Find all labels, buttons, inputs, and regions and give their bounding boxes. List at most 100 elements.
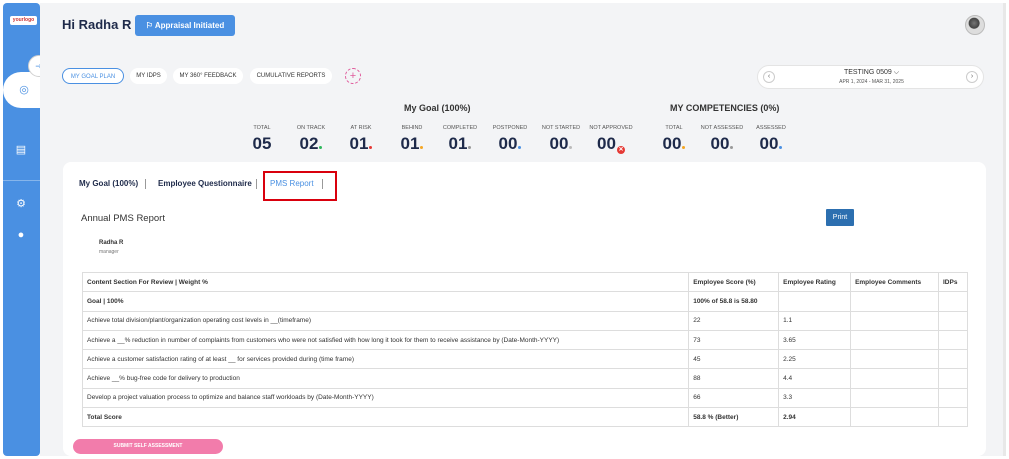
stat-assessed: ASSESSED 00 (754, 125, 788, 154)
tab-my-360-feedback[interactable]: MY 360° FEEDBACK (173, 68, 243, 84)
table-cell (937, 310, 969, 331)
status-dot (682, 146, 686, 149)
column-header: Employee Comments (850, 271, 939, 293)
table-cell: 4.4 (778, 368, 852, 389)
page-scrollbar[interactable] (1003, 3, 1006, 456)
avatar[interactable] (965, 15, 985, 35)
stat-value: 05 (250, 134, 274, 154)
table-row: Achieve __% bug-free code for delivery t… (81, 368, 969, 389)
stat-value: 01 (398, 134, 426, 154)
status-dot (569, 146, 573, 149)
print-button[interactable]: Print (826, 209, 854, 226)
table-cell: Goal | 100% (81, 291, 690, 312)
stat-completed: COMPLETED 01 (442, 125, 478, 154)
next-cycle-icon[interactable]: › (966, 71, 978, 83)
stat-number: 02 (299, 134, 319, 153)
add-tab-button[interactable]: + (345, 68, 361, 84)
table-cell (937, 329, 969, 351)
report-icon[interactable]: ▤ (14, 143, 28, 157)
column-header: Content Section For Review | Weight % (81, 271, 690, 293)
competency-summary-title: MY COMPETENCIES (0%) (670, 103, 780, 113)
status-dot (779, 146, 783, 149)
table-cell: 100% of 58.8 is 58.80 (688, 291, 780, 312)
stat-total: TOTAL 05 (250, 125, 274, 154)
subtab-separator (145, 179, 146, 189)
cycle-dates: APR 1, 2024 - MAR 31, 2025 (839, 79, 904, 85)
settings-gear-icon[interactable]: ⚙ (14, 197, 28, 211)
status-dot (468, 146, 472, 149)
table-row: Total Score 58.8 % (Better) 2.94 (81, 407, 969, 428)
table-cell (778, 291, 852, 312)
table-cell (850, 387, 939, 409)
stat-number: 00 (597, 134, 616, 153)
tab-cumulative-reports[interactable]: CUMULATIVE REPORTS (250, 68, 332, 84)
stat-value: 00 (662, 134, 686, 154)
table-row: Achieve a __% reduction in number of com… (81, 329, 969, 351)
tab-my-goal-plan[interactable]: MY GOAL PLAN (62, 68, 124, 84)
employee-role: manager (99, 249, 119, 255)
stat-label: TOTAL (665, 125, 683, 131)
table-cell (850, 407, 939, 428)
status-dot (420, 146, 424, 149)
table-row: Achieve total division/plant/organizatio… (81, 310, 969, 331)
main-area: Hi Radha R ⚐ Appraisal Initiated MY GOAL… (40, 3, 1006, 456)
pms-report-table: Content Section For Review | Weight % Em… (81, 271, 969, 428)
page-greeting: Hi Radha R (62, 17, 132, 32)
stat-label: AT RISK (350, 125, 372, 131)
status-dot (730, 146, 734, 149)
stat-label: TOTAL (253, 125, 271, 131)
appraisal-status-label: Appraisal Initiated (154, 21, 225, 30)
report-title: Annual PMS Report (81, 213, 165, 224)
user-icon[interactable]: ● (14, 228, 28, 242)
table-cell (937, 349, 969, 370)
table-cell: Achieve total division/plant/organizatio… (81, 310, 690, 331)
stat-label: POSTPONED (492, 125, 528, 131)
table-cell: Achieve a customer satisfaction rating o… (81, 349, 690, 370)
column-header: IDPs (937, 271, 969, 293)
subtab-employee-questionnaire[interactable]: Employee Questionnaire (158, 179, 252, 188)
stat-label: ASSESSED (756, 125, 786, 131)
table-cell (850, 329, 939, 351)
table-cell: Achieve __% bug-free code for delivery t… (81, 368, 690, 389)
stat-value: 00 (754, 134, 788, 154)
table-cell (937, 291, 969, 312)
stat-postponed: POSTPONED 00 (492, 125, 528, 154)
stat-behind: BEHIND 01 (398, 125, 426, 154)
stat-label: ON TRACK (296, 125, 326, 131)
tab-my-idps[interactable]: MY IDPS (130, 68, 167, 84)
table-cell: 2.25 (778, 349, 852, 370)
table-cell: Total Score (81, 407, 690, 428)
table-cell: 3.3 (778, 387, 852, 409)
stat-number: 01 (349, 134, 369, 153)
appraisal-status-button[interactable]: ⚐ Appraisal Initiated (135, 15, 235, 36)
goal-target-icon[interactable]: ◎ (17, 83, 31, 97)
table-cell (850, 310, 939, 331)
stat-value: 00 (699, 134, 745, 154)
table-header-row: Content Section For Review | Weight % Em… (81, 271, 969, 293)
stat-value: 00 (540, 134, 582, 154)
stat-value: 01 (442, 134, 478, 154)
stat-number: 00 (759, 134, 779, 153)
stat-number: 01 (448, 134, 468, 153)
flag-icon: ⚐ (145, 21, 155, 30)
stat-number: 00 (498, 134, 518, 153)
cycle-name[interactable]: TESTING 0509 ⌵ (758, 69, 985, 77)
table-cell (850, 349, 939, 370)
table-cell: 73 (688, 329, 780, 351)
submit-self-assessment-button[interactable]: SUBMIT SELF ASSESSMENT (73, 439, 223, 454)
cycle-selector[interactable]: ‹ TESTING 0509 ⌵ APR 1, 2024 - MAR 31, 2… (757, 65, 984, 89)
stat-label: NOT ASSESSED (700, 125, 744, 131)
stat-number: 00 (662, 134, 682, 153)
table-cell: 22 (688, 310, 780, 331)
stat-number: 00 (549, 134, 569, 153)
stat-not-assessed: NOT ASSESSED 00 (699, 125, 745, 154)
status-dot (369, 146, 373, 149)
stat-number: 05 (252, 134, 272, 153)
pms-report-highlight (263, 171, 337, 201)
table-cell: Achieve a __% reduction in number of com… (81, 329, 690, 351)
sidebar-divider (3, 180, 40, 181)
table-cell: Develop a project valuation process to o… (81, 387, 690, 409)
subtab-my-goal[interactable]: My Goal (100%) (79, 179, 138, 188)
stat-label: BEHIND (401, 125, 423, 131)
stat-on-track: ON TRACK 02 (294, 125, 328, 154)
